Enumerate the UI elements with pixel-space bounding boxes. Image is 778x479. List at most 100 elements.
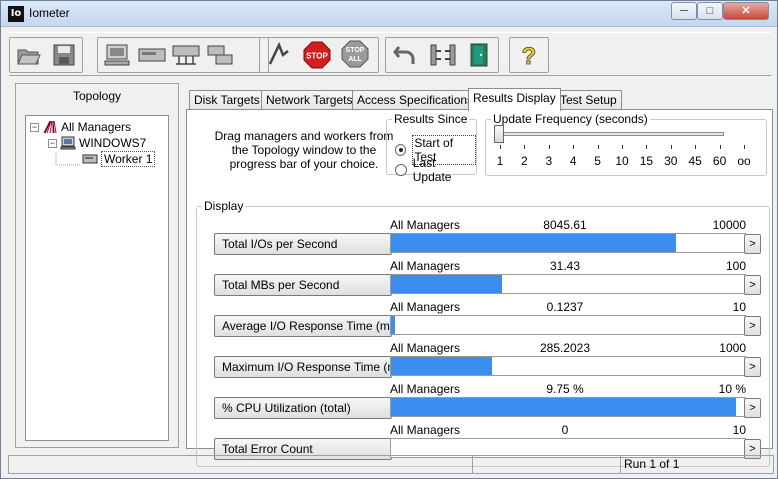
metric-header: All Managers 8045.61 10000 — [390, 218, 746, 232]
frequency-tick-mark — [744, 145, 745, 149]
svg-text:STOP: STOP — [346, 47, 365, 54]
metric-max: 100 — [725, 259, 746, 273]
toolbar-group-run: STOP STOP ALL — [259, 37, 379, 73]
metric-max: 10 — [732, 300, 746, 314]
disconnect-manager-button[interactable] — [426, 38, 460, 72]
frequency-tick-mark — [646, 145, 648, 149]
tree-connector-lines — [55, 152, 80, 166]
new-network-worker-button[interactable] — [169, 38, 203, 72]
metric-header: All Managers 9.75 % 10 % — [390, 382, 746, 396]
stop-button[interactable]: STOP — [300, 38, 334, 72]
metric-select-button[interactable]: Total MBs per Second — [214, 274, 392, 296]
status-cell-2 — [472, 455, 621, 474]
metric-select-button[interactable]: Average I/O Response Time (ms) — [214, 315, 400, 337]
frequency-tick-mark — [500, 145, 501, 149]
radio-start-of-test-dot[interactable] — [395, 144, 407, 156]
reset-workers-icon — [393, 46, 415, 64]
metric-more-button[interactable]: > — [744, 234, 761, 254]
metric-max: 10 % — [718, 382, 746, 396]
frequency-tick-mark — [597, 145, 599, 149]
stop-all-button[interactable]: STOP ALL — [338, 38, 372, 72]
stop-icon-label: STOP — [306, 52, 328, 61]
help-button[interactable]: ? — [512, 38, 546, 72]
metric-manager-label: All Managers — [390, 341, 461, 355]
metric-more-button[interactable]: > — [744, 275, 761, 295]
toolbar-group-workers — [97, 37, 269, 73]
title-bar[interactable]: Io Iometer ─ □ ✕ — [1, 1, 777, 27]
metric-value: 285.2023 — [539, 341, 591, 355]
tab-access-specifications[interactable]: Access Specifications — [352, 90, 479, 110]
display-window-button[interactable] — [100, 38, 134, 72]
metric-value: 0 — [561, 423, 569, 437]
help-icon-label: ? — [522, 43, 537, 68]
window-title: Iometer — [29, 6, 70, 20]
start-tests-icon — [268, 42, 289, 65]
metric-progress-bar[interactable] — [390, 315, 746, 335]
tab-network-targets[interactable]: Network Targets — [261, 90, 358, 110]
metric-value: 31.43 — [549, 259, 581, 273]
frequency-tick-mark — [719, 145, 721, 149]
frequency-tick-label: oo — [737, 154, 751, 168]
radio-last-update-dot[interactable] — [395, 164, 407, 176]
tree-item-worker[interactable]: Worker 1 — [82, 151, 156, 167]
metric-max: 10 — [732, 423, 746, 437]
save-button[interactable] — [47, 38, 81, 72]
metric-select-button[interactable]: % CPU Utilization (total) — [214, 397, 392, 419]
toolbar: STOP STOP ALL ? — [9, 32, 771, 76]
radio-last-update[interactable]: Last Update — [395, 156, 476, 184]
svg-text:ALL: ALL — [348, 56, 362, 63]
frequency-tick-mark — [695, 145, 697, 149]
iometer-window: Io Iometer ─ □ ✕ STOP STOP ALL ? Topolog… — [0, 0, 778, 479]
reset-workers-button[interactable] — [388, 38, 422, 72]
metric-max: 1000 — [719, 341, 746, 355]
close-button[interactable]: ✕ — [723, 2, 769, 20]
metric-more-button[interactable]: > — [744, 357, 761, 377]
metric-select-button[interactable]: Total I/Os per Second — [214, 233, 392, 255]
frequency-tick-mark — [670, 145, 672, 149]
topology-tree[interactable]: − All Managers − WINDOWS7 Worker 1 — [25, 115, 169, 441]
tab-test-setup[interactable]: Test Setup — [555, 90, 622, 110]
io-app-icon[interactable]: Io — [8, 6, 24, 22]
metric-progress-fill — [391, 316, 396, 334]
metric-max: 10000 — [712, 218, 746, 232]
open-button[interactable] — [12, 38, 46, 72]
update-frequency-slider-thumb[interactable] — [494, 125, 504, 143]
tab-results-display[interactable]: Results Display — [468, 88, 561, 111]
metric-progress-fill — [391, 398, 737, 416]
exit-icon — [470, 43, 488, 67]
toolbar-group-help: ? — [509, 37, 549, 73]
tab-disk-targets[interactable]: Disk Targets — [189, 90, 265, 110]
results-since-group: Results Since Start of Test Last Update — [386, 112, 477, 184]
metric-manager-label: All Managers — [390, 423, 461, 437]
help-icon: ? — [521, 43, 537, 68]
frequency-tick-mark — [524, 145, 526, 149]
metric-more-button[interactable]: > — [744, 398, 761, 418]
status-cell-1 — [8, 455, 473, 474]
status-run-count: Run 1 of 1 — [620, 455, 774, 474]
frequency-tick-mark — [548, 145, 550, 149]
duplicate-worker-button[interactable] — [203, 38, 237, 72]
exit-button[interactable] — [462, 38, 496, 72]
toolbar-group-manage — [385, 37, 499, 73]
topology-pane: Topology − All Managers − WINDOWS7 Worke… — [15, 83, 179, 448]
metric-progress-bar[interactable] — [390, 397, 746, 417]
metric-select-button[interactable]: Maximum I/O Response Time (ms) — [214, 356, 407, 378]
metric-header: All Managers 31.43 100 — [390, 259, 746, 273]
maximize-button[interactable]: □ — [697, 2, 723, 20]
metric-progress-bar[interactable] — [390, 356, 746, 376]
metric-progress-bar[interactable] — [390, 274, 746, 294]
start-tests-button[interactable] — [262, 38, 296, 72]
metric-progress-fill — [391, 234, 676, 252]
update-frequency-slider[interactable] — [498, 132, 724, 136]
metric-more-button[interactable]: > — [744, 316, 761, 336]
update-frequency-title: Update Frequency (seconds) — [491, 112, 650, 126]
metric-manager-label: All Managers — [390, 300, 461, 314]
new-disk-worker-button[interactable] — [135, 38, 169, 72]
metric-header: All Managers 0.1237 10 — [390, 300, 746, 314]
frequency-tick-mark — [573, 145, 575, 149]
metric-progress-fill — [391, 275, 503, 293]
minimize-button[interactable]: ─ — [671, 2, 697, 20]
display-window-icon — [104, 44, 130, 66]
metric-progress-bar[interactable] — [390, 233, 746, 253]
results-since-title: Results Since — [392, 112, 470, 126]
